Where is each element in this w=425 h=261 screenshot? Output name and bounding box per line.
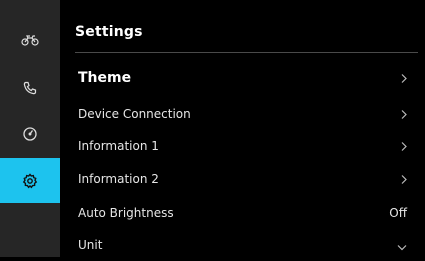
menu-item-label: Theme bbox=[78, 69, 132, 86]
auto-brightness-value: Off bbox=[389, 205, 407, 220]
menu-item-device-connection[interactable]: Device Connection bbox=[60, 97, 425, 130]
sidebar-item-settings[interactable] bbox=[0, 158, 60, 203]
sidebar-item-phone[interactable] bbox=[0, 65, 60, 110]
page-title: Settings bbox=[75, 24, 143, 40]
settings-panel: Settings Theme Device Connection Informa… bbox=[60, 0, 425, 257]
menu-item-unit[interactable]: Unit bbox=[60, 228, 425, 261]
menu-item-information-1[interactable]: Information 1 bbox=[60, 129, 425, 162]
menu-item-auto-brightness[interactable]: Auto Brightness Off bbox=[60, 196, 425, 229]
menu-item-label: Information 1 bbox=[78, 138, 159, 153]
phone-icon bbox=[23, 81, 37, 95]
chevron-right-icon bbox=[401, 104, 407, 123]
menu-item-label: Information 2 bbox=[78, 171, 159, 186]
menu-item-theme[interactable]: Theme bbox=[60, 61, 425, 94]
sidebar-nav bbox=[0, 0, 60, 257]
speedometer-icon bbox=[22, 126, 38, 142]
chevron-right-icon bbox=[401, 169, 407, 188]
menu-item-label: Auto Brightness bbox=[78, 205, 174, 220]
chevron-right-icon bbox=[401, 136, 407, 155]
motorcycle-icon bbox=[21, 34, 39, 46]
menu-item-label: Unit bbox=[78, 237, 103, 252]
menu-item-label: Device Connection bbox=[78, 106, 191, 121]
menu-item-information-2[interactable]: Information 2 bbox=[60, 162, 425, 195]
chevron-right-icon bbox=[401, 68, 407, 87]
sidebar-item-vehicle[interactable] bbox=[0, 17, 60, 62]
sidebar-item-dashboard[interactable] bbox=[0, 111, 60, 156]
divider bbox=[75, 52, 418, 53]
chevron-down-icon bbox=[397, 235, 407, 254]
gear-icon bbox=[22, 172, 38, 189]
